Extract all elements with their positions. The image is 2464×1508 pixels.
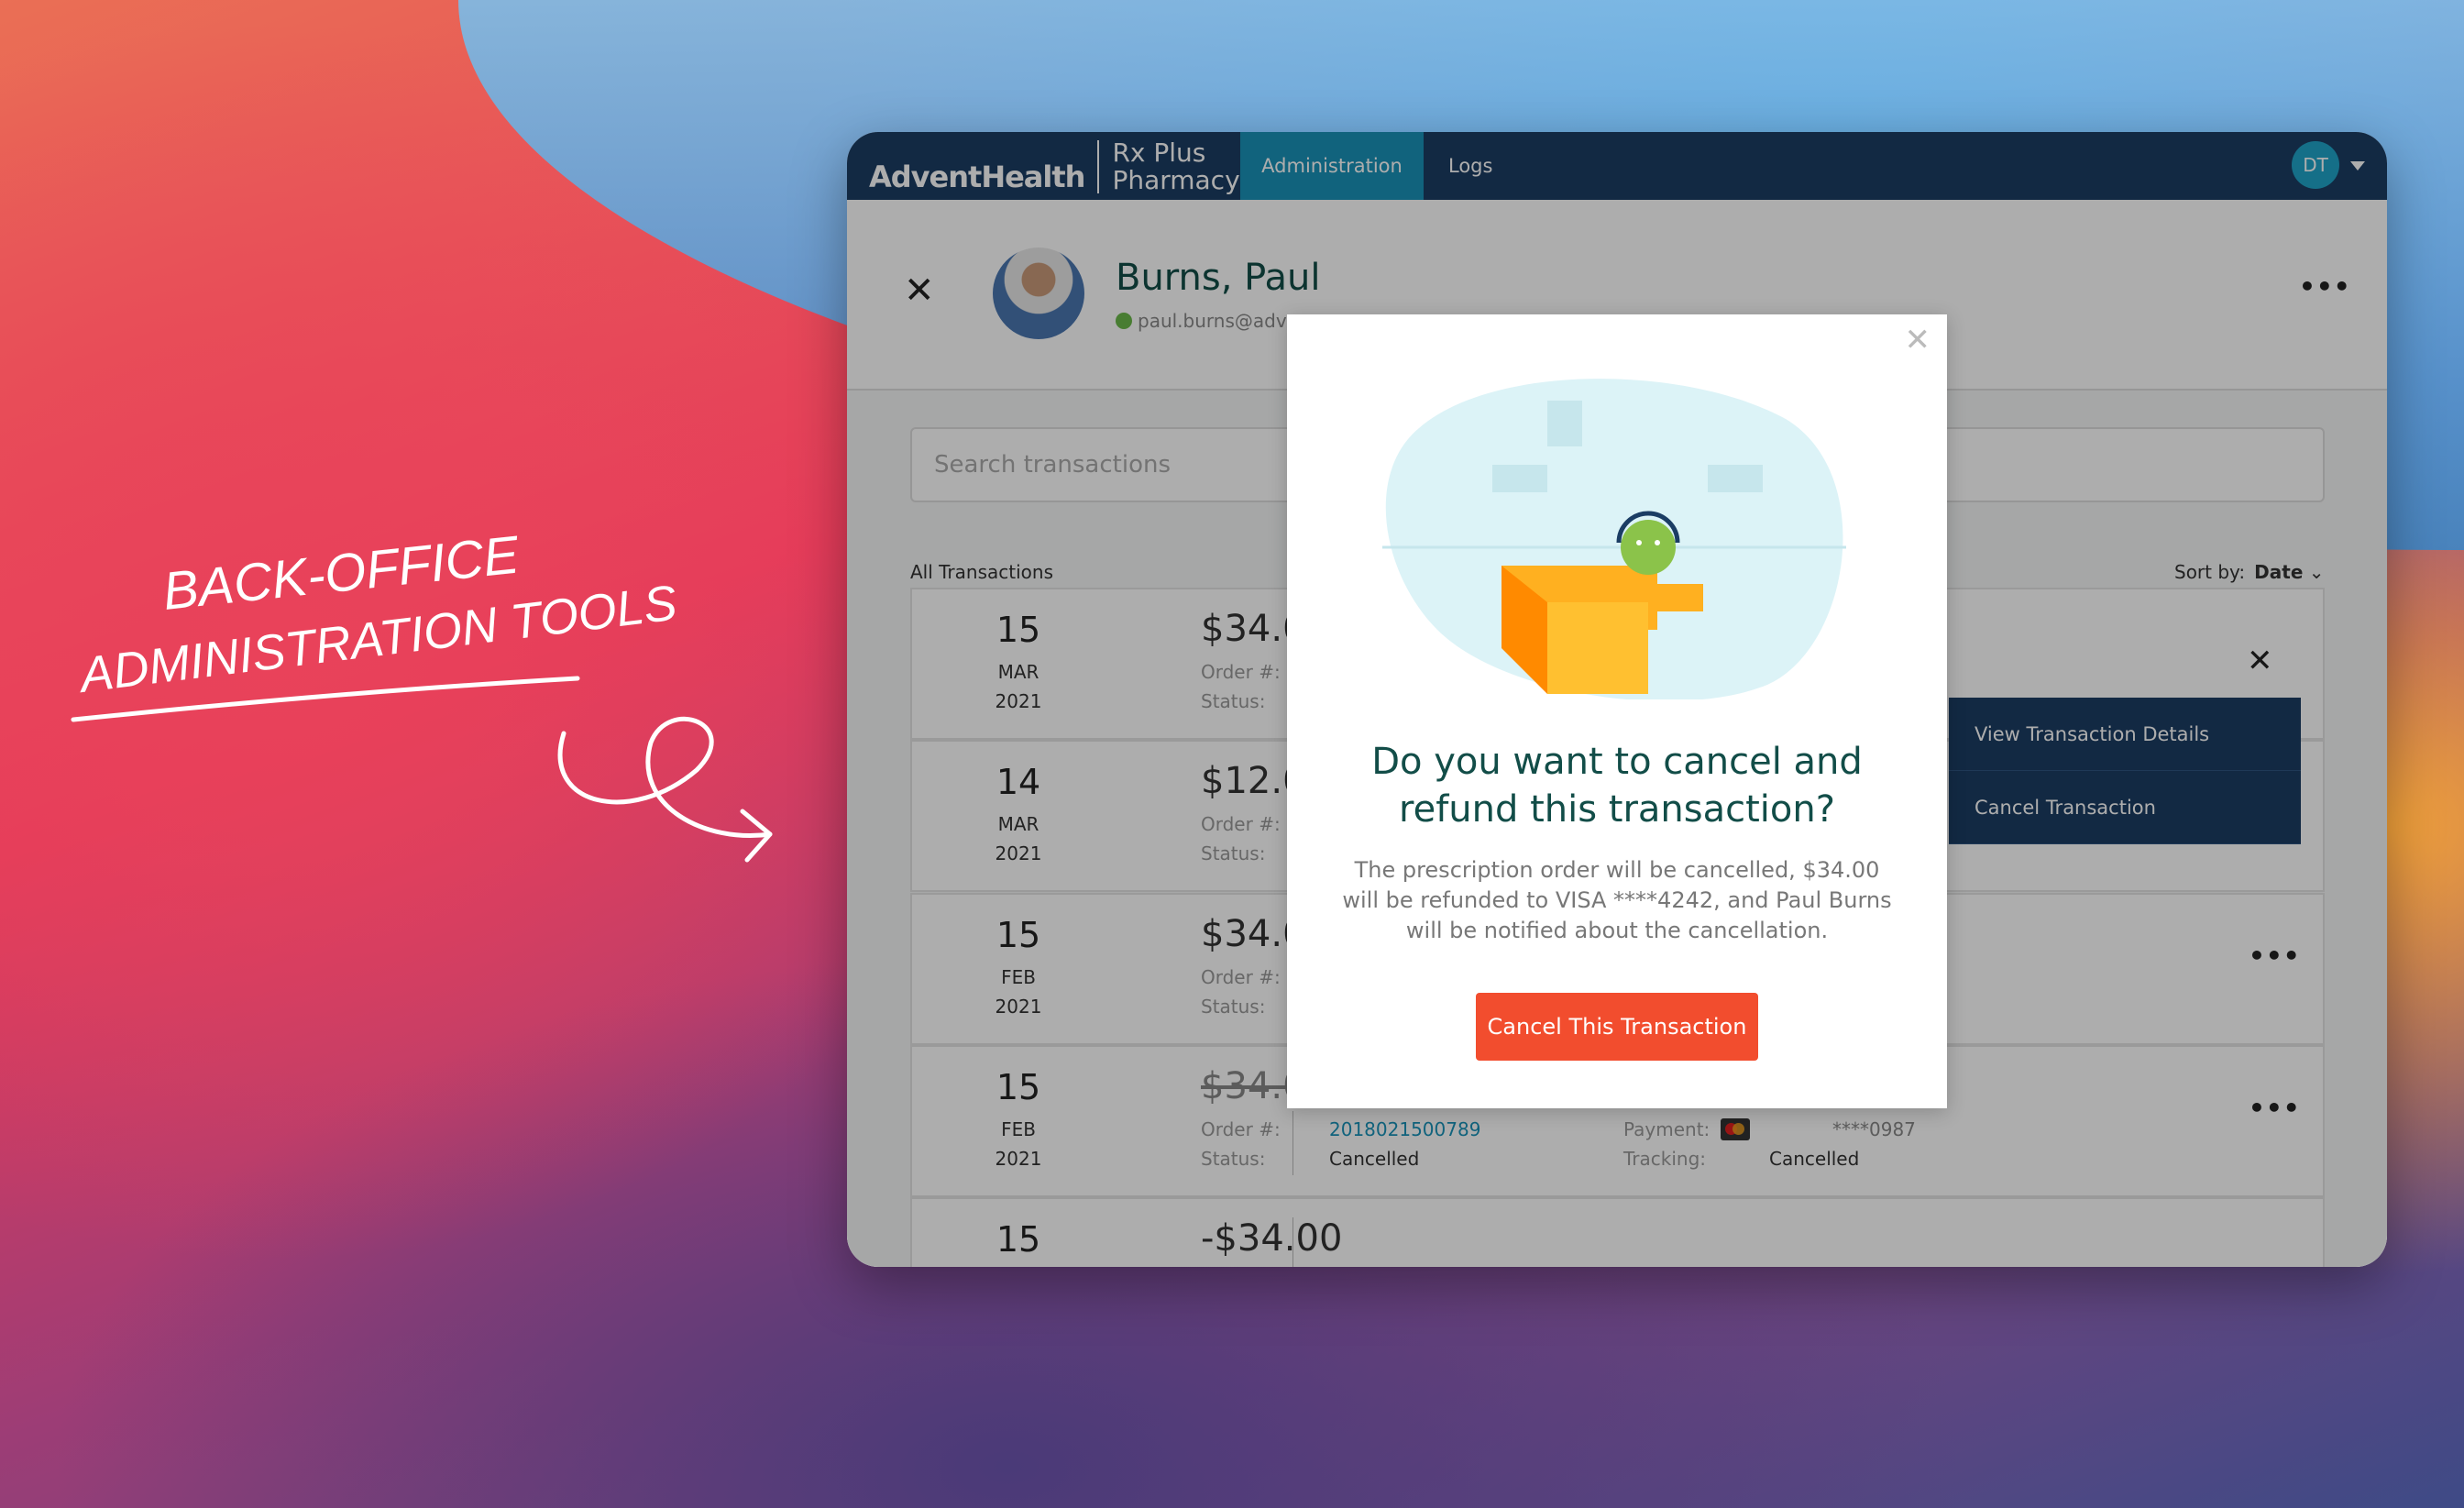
dialog-title: Do you want to cancel and refund this tr… (1371, 741, 1863, 831)
app-window: AdventHealth Rx Plus Pharmacy Administrat… (847, 132, 2387, 1267)
cancel-dialog: ✕ Do you want to cancel and refund this … (1287, 314, 1947, 1108)
close-icon[interactable]: ✕ (1905, 322, 1931, 358)
dialog-message: The prescription order will be cancelled… (1342, 857, 1892, 943)
loop-arrow-icon (557, 716, 773, 838)
confirm-cancel-button[interactable]: Cancel This Transaction (1476, 993, 1758, 1061)
handwritten-headline: BACK-OFFICE ADMINISTRATION TOOLS (71, 532, 773, 863)
support-illustration (1382, 379, 1846, 699)
